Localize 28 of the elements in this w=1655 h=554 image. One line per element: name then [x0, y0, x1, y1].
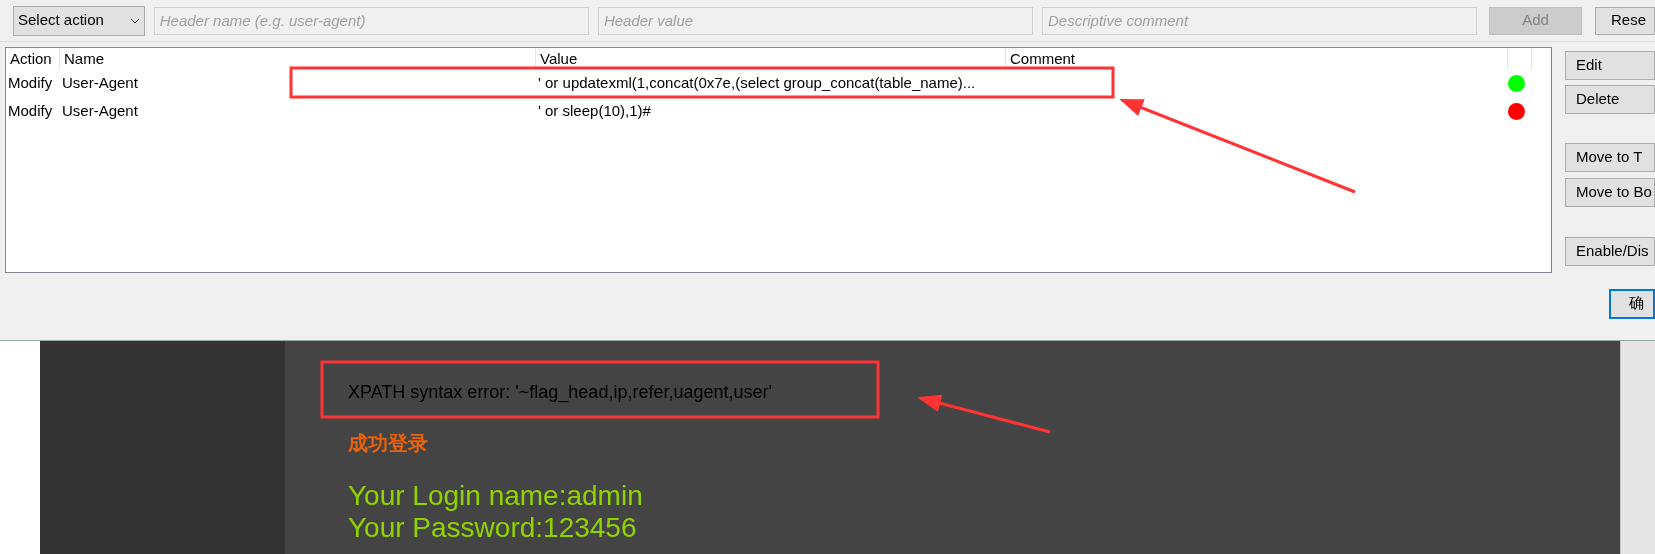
side-button[interactable]: Move to Bo [1565, 178, 1655, 207]
header-value-field[interactable]: Header value [597, 6, 1034, 35]
side-button[interactable]: Move to T [1565, 143, 1655, 172]
header-name-field[interactable]: Header name (e.g. user-agent) [153, 6, 589, 35]
table-row[interactable]: Modify User-Agent ' or updatexml(1,concat(0x7e,(select group_concat(table_name)... [6, 69, 1551, 97]
side-button[interactable]: Edit [1565, 51, 1655, 80]
chevron-down-icon [129, 17, 140, 24]
status-text: 成功登录 [348, 430, 429, 457]
side-button[interactable]: Delete [1565, 85, 1655, 114]
table-cell-text: ' or sleep(10),1)# [537, 100, 652, 121]
column-header[interactable]: Name [60, 47, 536, 70]
comment-field[interactable]: Descriptive comment [1042, 6, 1478, 35]
table-cell-text: User-Agent [61, 100, 139, 121]
side-button[interactable]: Enable/Dis [1565, 237, 1655, 266]
column-header[interactable]: Value [536, 47, 1006, 70]
column-header[interactable]: Comment [1006, 47, 1508, 70]
table-cell-text: Modify [7, 100, 54, 121]
table-row[interactable]: Modify User-Agent ' or sleep(10),1)# [6, 97, 1551, 125]
action-select[interactable]: Select action [13, 5, 145, 36]
error-message: XPATH syntax error: '~flag_head,ip,refer,uagent,user' [348, 381, 773, 405]
table-cell-text: User-Agent [61, 72, 139, 93]
ok-button[interactable]: 确 [1609, 288, 1655, 319]
reset-button[interactable]: Rese [1595, 6, 1655, 35]
login-name-text: Your Login name:admin [348, 480, 644, 512]
password-text: Your Password:123456 [348, 512, 638, 544]
column-header[interactable]: Action [6, 47, 60, 70]
table-cell-text: ' or updatexml(1,concat(0x7e,(select group_concat(table_name)... [537, 72, 977, 93]
table-cell-text: Modify [7, 72, 54, 93]
